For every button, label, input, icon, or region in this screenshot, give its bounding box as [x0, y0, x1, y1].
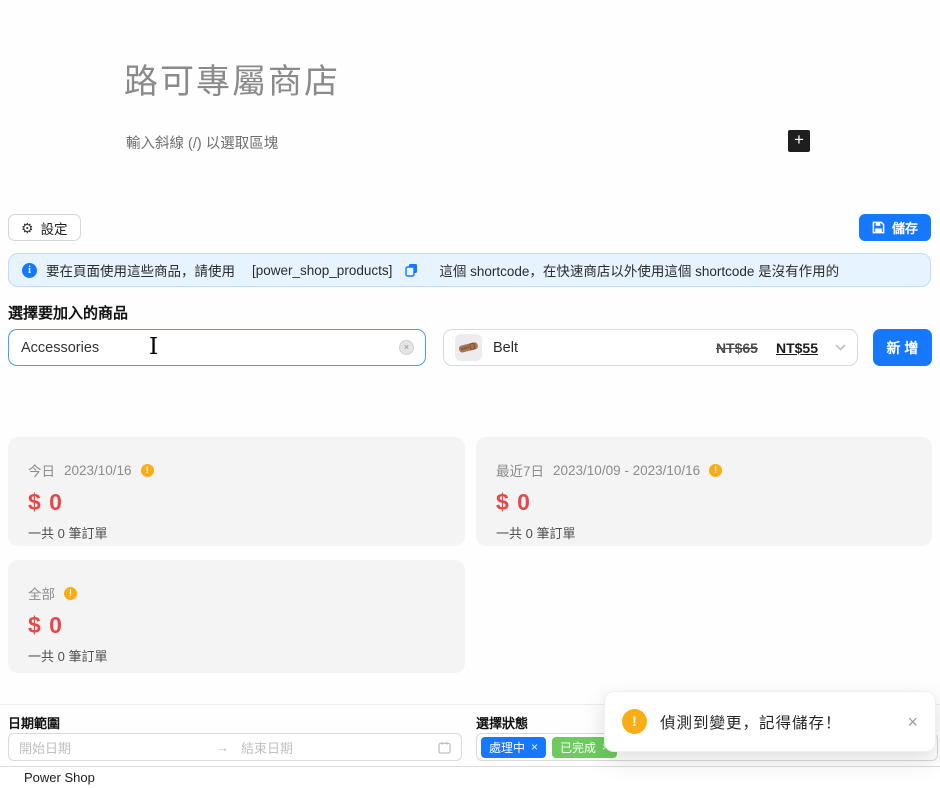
end-date-placeholder: 結束日期: [241, 738, 438, 757]
clear-input-icon[interactable]: ×: [399, 340, 414, 355]
toast-close-icon[interactable]: ×: [907, 713, 918, 731]
stats-card-all: 全部 ! $ 0 一共 0 筆訂單: [8, 560, 465, 673]
card-label: 最近7日: [496, 460, 544, 480]
banner-text-before: 要在頁面使用這些商品，請使用: [46, 260, 235, 280]
remove-tag-icon[interactable]: ×: [531, 741, 538, 753]
shortcode-info-banner: i 要在頁面使用這些商品，請使用 [power_shop_products] 這…: [8, 253, 931, 287]
save-button[interactable]: 儲存: [859, 214, 931, 241]
card-orders: 一共 0 筆訂單: [496, 523, 912, 542]
card-date: 2023/10/16: [64, 463, 132, 478]
info-warning-icon[interactable]: !: [141, 464, 154, 477]
add-product-button[interactable]: 新 增: [873, 329, 932, 366]
info-warning-icon[interactable]: !: [64, 587, 77, 600]
chevron-down-icon: [835, 344, 846, 351]
product-name: Belt: [493, 340, 705, 356]
card-amount: $ 0: [28, 612, 445, 639]
card-orders: 一共 0 筆訂單: [28, 523, 445, 542]
card-date: 2023/10/09 - 2023/10/16: [553, 463, 700, 478]
date-range-label: 日期範圍: [8, 713, 60, 732]
product-thumbnail: [455, 334, 482, 361]
gear-icon: ⚙: [21, 221, 34, 235]
product-search-box: I ×: [8, 329, 426, 366]
card-label: 全部: [28, 583, 55, 603]
product-section-label: 選擇要加入的商品: [8, 302, 128, 323]
card-amount: $ 0: [28, 489, 445, 516]
block-inserter-button[interactable]: +: [788, 130, 810, 152]
price-sale: NT$55: [776, 340, 818, 356]
calendar-icon: [438, 741, 451, 754]
editor-footer: Power Shop: [0, 766, 940, 788]
info-icon: i: [22, 263, 37, 278]
plus-icon: +: [794, 130, 804, 149]
start-date-placeholder: 開始日期: [19, 738, 216, 757]
unsaved-changes-toast: ! 偵測到變更，記得儲存！ ×: [604, 691, 936, 752]
product-search-input[interactable]: [9, 340, 399, 356]
date-range-picker[interactable]: 開始日期 → 結束日期: [8, 733, 462, 761]
info-warning-icon[interactable]: !: [709, 464, 722, 477]
stats-card-today: 今日 2023/10/16 ! $ 0 一共 0 筆訂單: [8, 437, 465, 546]
tag-label: 已完成: [560, 739, 596, 756]
status-tag-processing: 處理中 ×: [481, 737, 546, 758]
card-amount: $ 0: [496, 489, 912, 516]
banner-text-after: 這個 shortcode，在快速商店以外使用這個 shortcode 是沒有作用…: [439, 260, 839, 280]
shortcode-text: [power_shop_products]: [252, 263, 392, 278]
toast-message: 偵測到變更，記得儲存！: [660, 711, 894, 733]
editor-canvas: 路可專屬商店 輸入斜線 (/) 以選取區塊 + ⚙ 設定 儲存 i 要在頁面使用…: [0, 0, 940, 788]
copy-icon[interactable]: [405, 263, 418, 277]
product-select[interactable]: Belt NT$65 NT$55: [443, 329, 858, 366]
empty-block-hint[interactable]: 輸入斜線 (/) 以選取區塊: [126, 132, 278, 153]
warning-icon: !: [622, 709, 647, 734]
settings-button-label: 設定: [41, 218, 68, 238]
post-title[interactable]: 路可專屬商店: [124, 54, 340, 103]
belt-image: [458, 340, 479, 355]
arrow-right-icon: →: [216, 740, 229, 755]
breadcrumb-block-name[interactable]: Power Shop: [24, 770, 95, 785]
settings-button[interactable]: ⚙ 設定: [8, 214, 81, 241]
card-orders: 一共 0 筆訂單: [28, 646, 445, 665]
save-button-label: 儲存: [892, 218, 918, 237]
stats-card-7days: 最近7日 2023/10/09 - 2023/10/16 ! $ 0 一共 0 …: [476, 437, 932, 546]
card-label: 今日: [28, 460, 55, 480]
tag-label: 處理中: [489, 739, 525, 756]
status-label: 選擇狀態: [476, 713, 528, 732]
price-original: NT$65: [716, 340, 758, 356]
save-icon: [872, 221, 885, 234]
